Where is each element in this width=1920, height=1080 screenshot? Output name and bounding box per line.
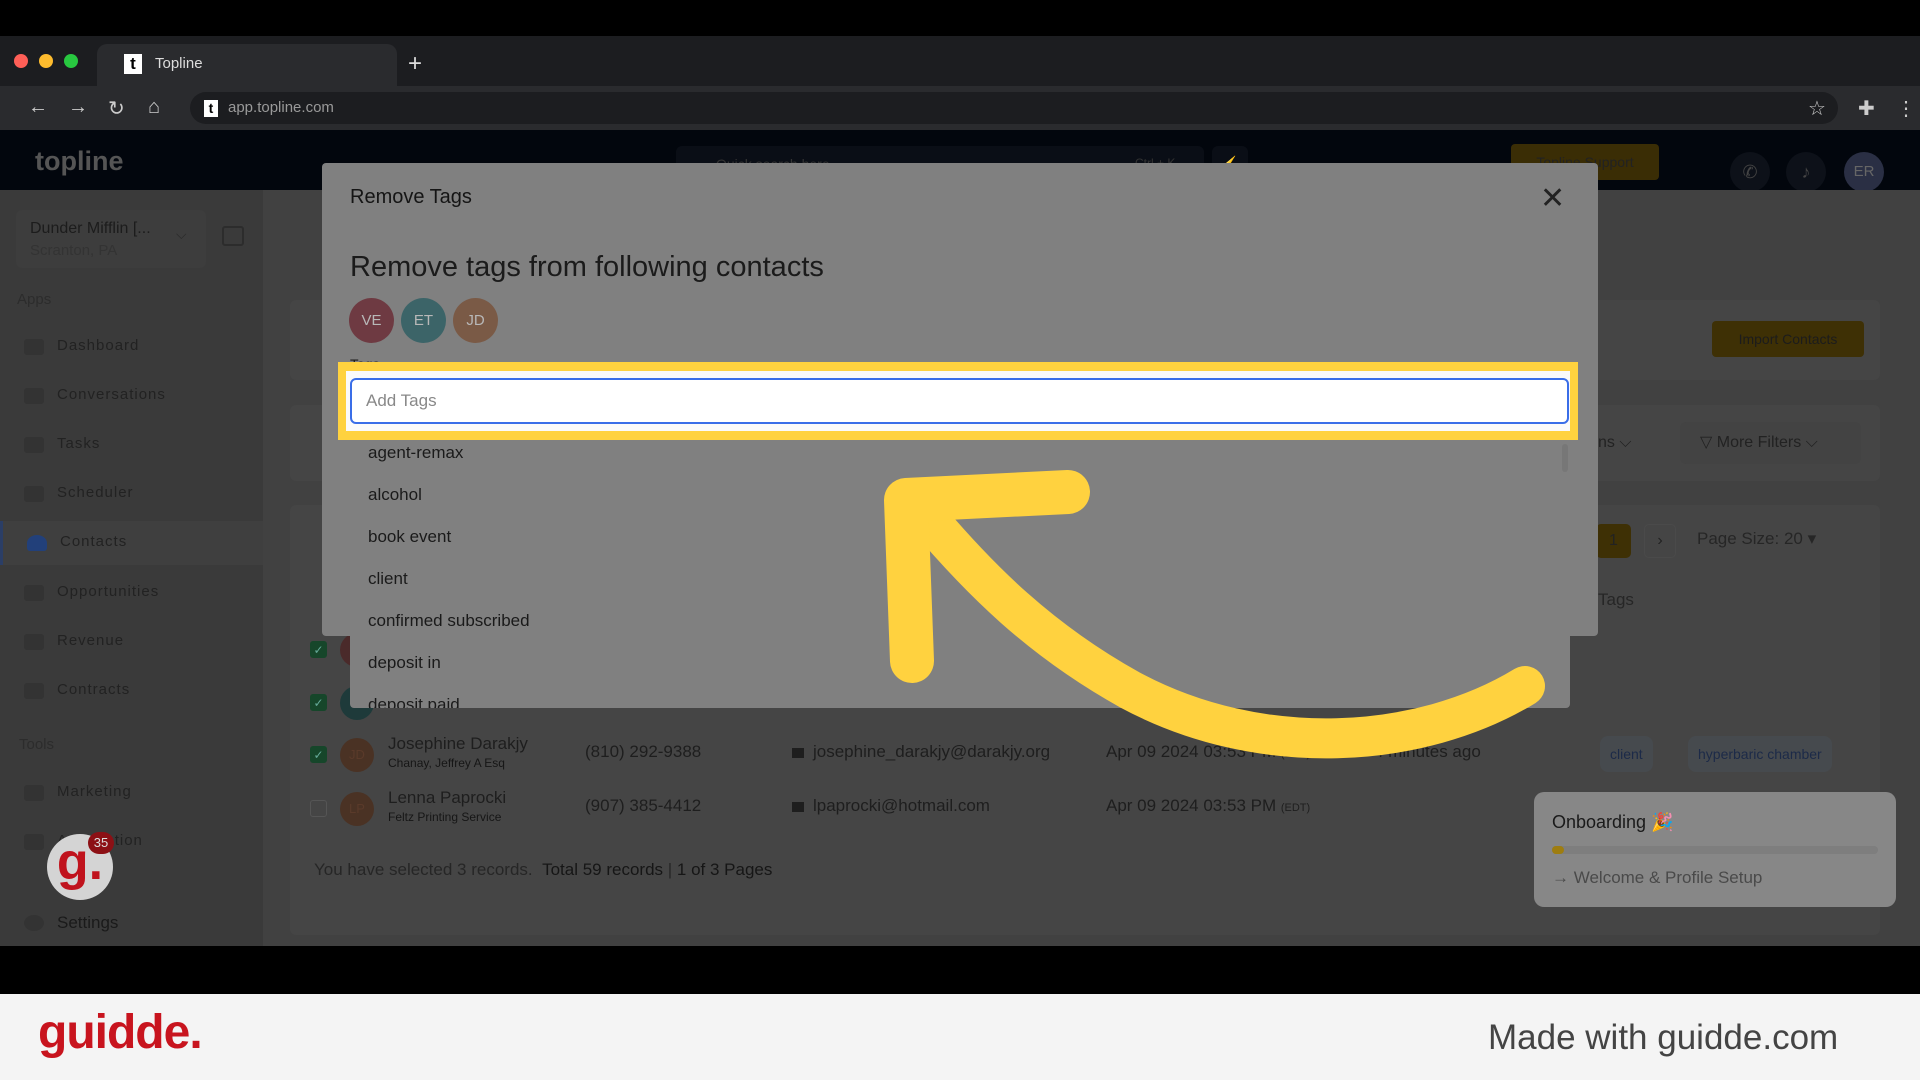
arrow-shaft: [905, 495, 1545, 759]
made-with-text: Made with guidde.com: [1488, 1018, 1839, 1057]
guidde-logo: guidde.: [38, 1006, 203, 1059]
annotation-arrow: [884, 470, 1545, 759]
screen-bottom-band: [0, 946, 1920, 994]
